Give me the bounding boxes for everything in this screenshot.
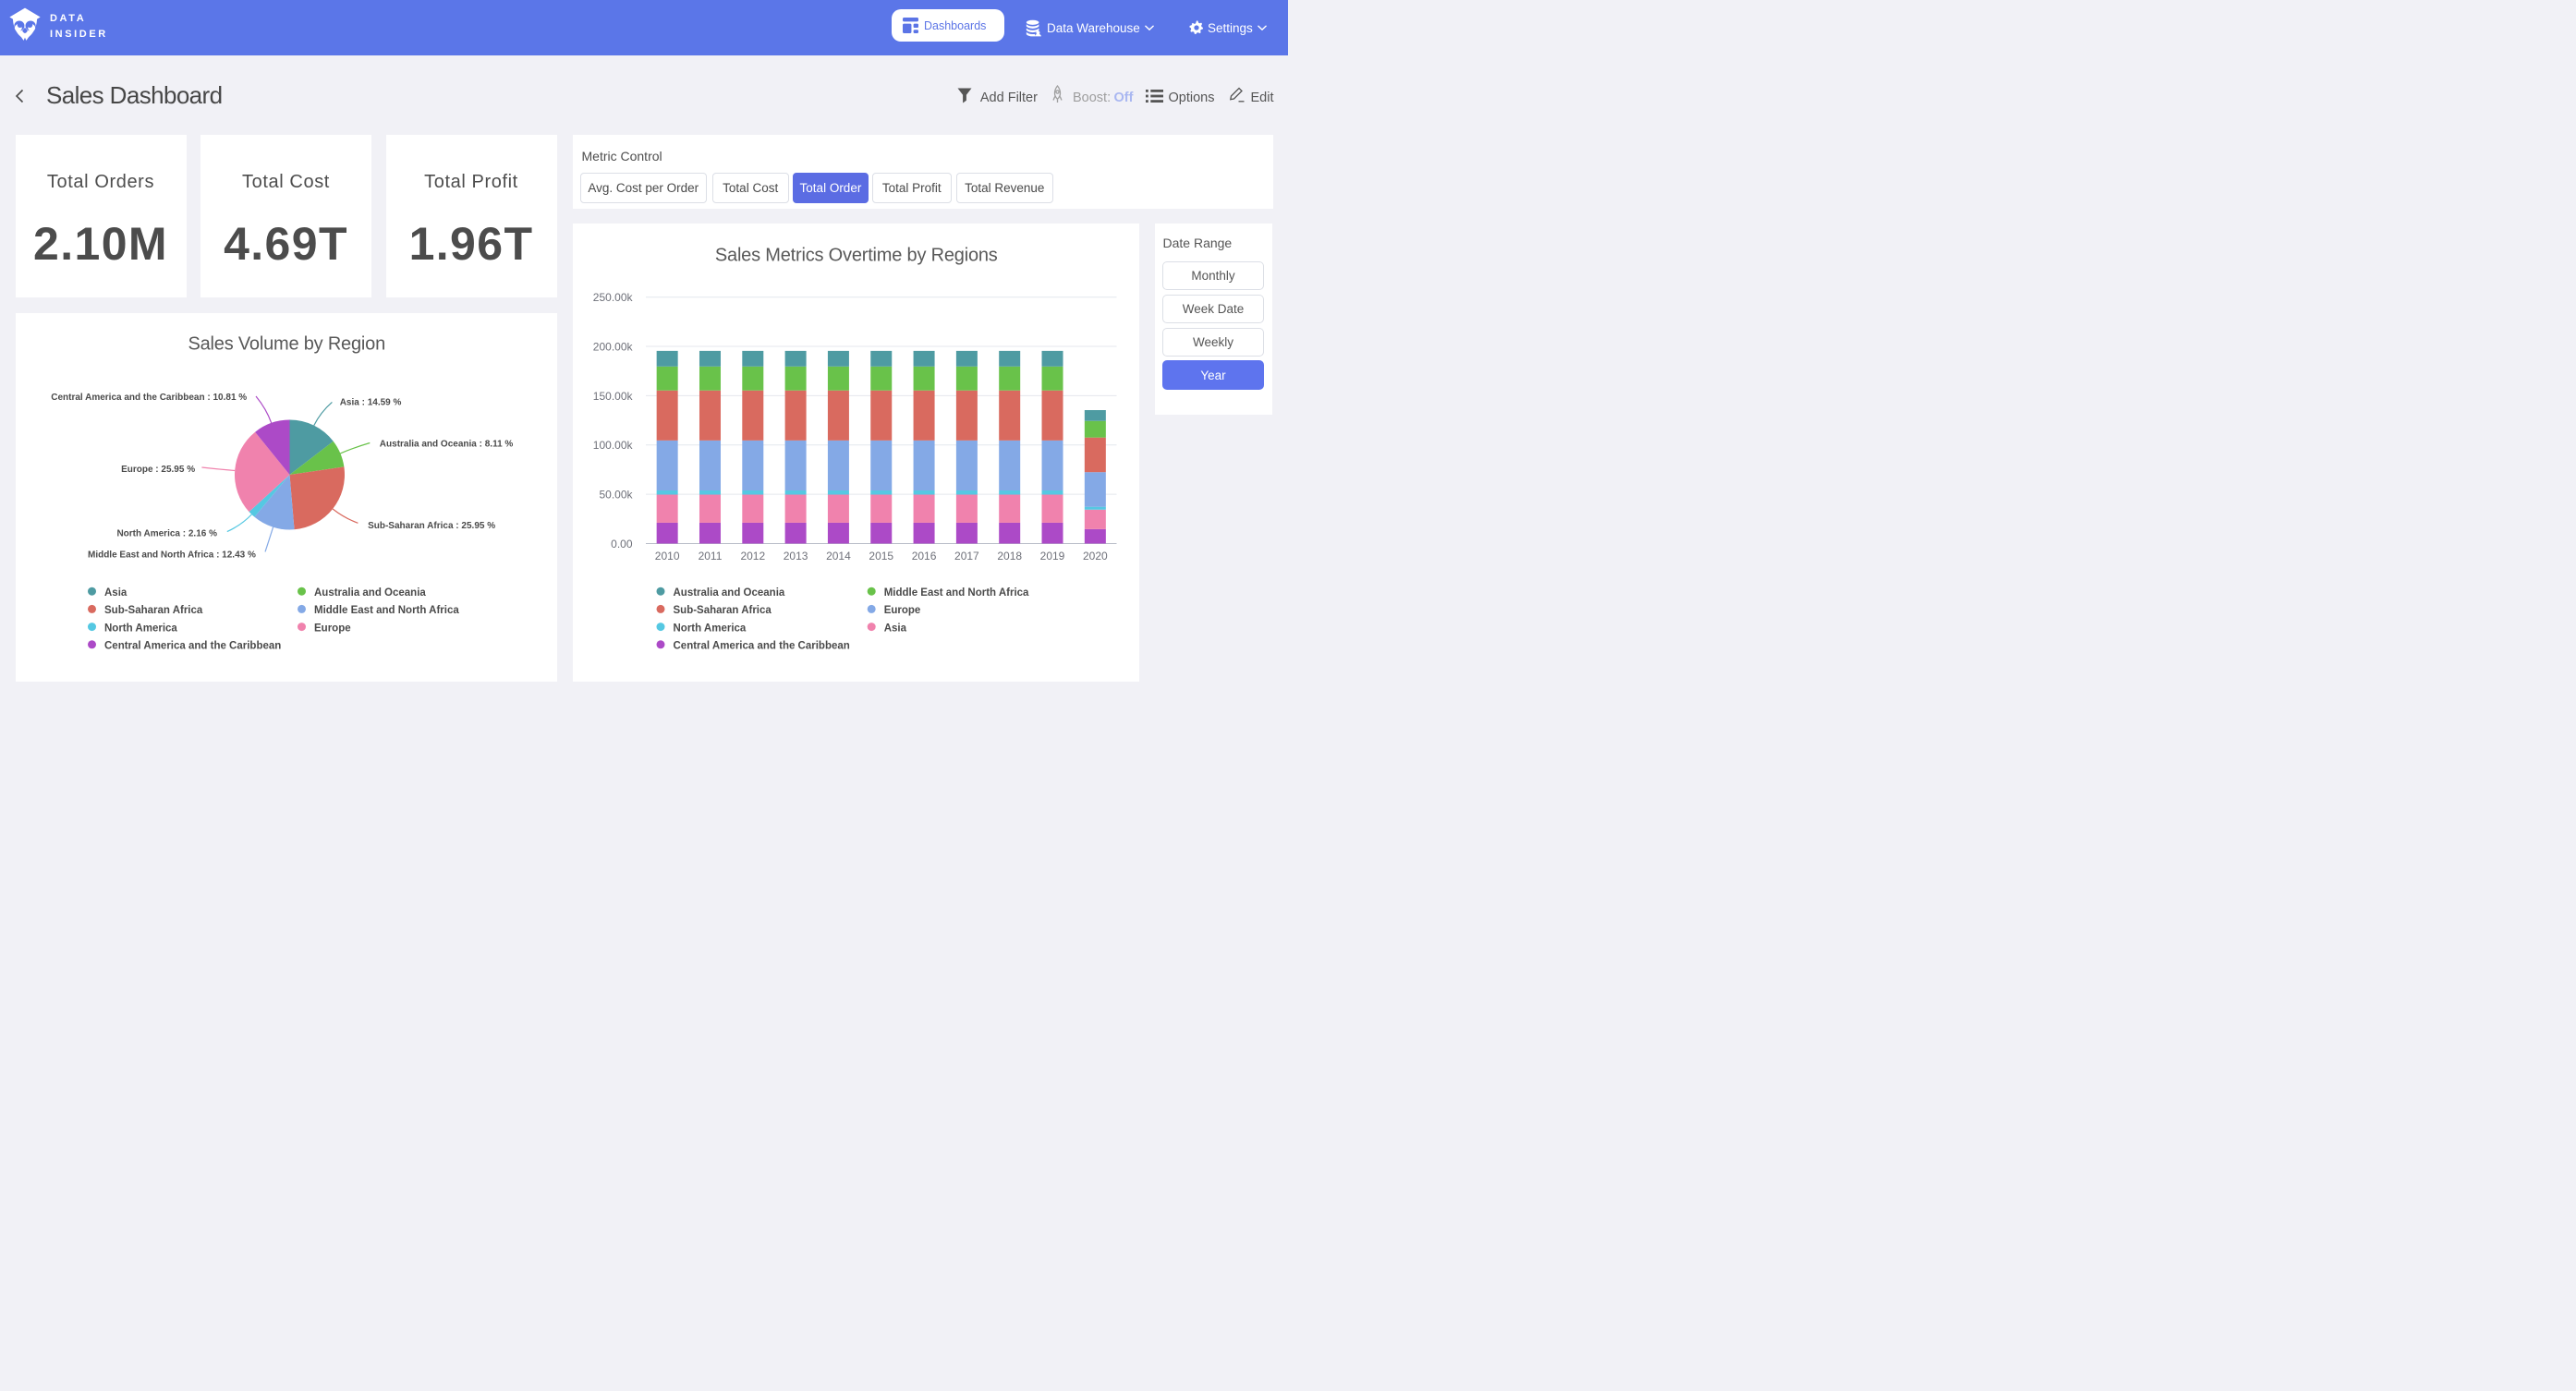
svg-text:2012: 2012 — [740, 550, 765, 562]
svg-text:Middle East and North Africa: Middle East and North Africa — [314, 605, 459, 616]
svg-text:2017: 2017 — [954, 550, 979, 562]
svg-text:0.00: 0.00 — [611, 537, 633, 550]
svg-text:100.00k: 100.00k — [592, 439, 633, 452]
svg-text:Central America and the Caribb: Central America and the Caribbean : 10.8… — [51, 393, 247, 403]
svg-text:2011: 2011 — [698, 550, 722, 562]
svg-text:2019: 2019 — [1039, 550, 1064, 562]
svg-text:250.00k: 250.00k — [592, 291, 633, 304]
svg-text:North America: North America — [673, 623, 746, 634]
svg-text:Sales Volume by Region: Sales Volume by Region — [188, 333, 385, 354]
svg-text:150.00k: 150.00k — [592, 389, 633, 402]
svg-text:Australia and Oceania : 8.11 %: Australia and Oceania : 8.11 % — [379, 439, 513, 449]
svg-text:Asia: Asia — [883, 623, 906, 634]
svg-text:Australia and Oceania: Australia and Oceania — [314, 587, 426, 598]
svg-text:2016: 2016 — [911, 550, 936, 562]
svg-text:2020: 2020 — [1082, 550, 1107, 562]
svg-text:Middle East and North Africa :: Middle East and North Africa : 12.43 % — [87, 550, 255, 560]
svg-text:2018: 2018 — [997, 550, 1022, 562]
svg-text:Europe: Europe — [314, 623, 351, 634]
svg-text:Sales Metrics Overtime by Regi: Sales Metrics Overtime by Regions — [714, 245, 997, 265]
svg-text:Asia : 14.59 %: Asia : 14.59 % — [339, 397, 401, 407]
svg-text:2010: 2010 — [654, 550, 679, 562]
svg-text:2013: 2013 — [783, 550, 808, 562]
svg-text:2014: 2014 — [826, 550, 851, 562]
svg-text:North America : 2.16 %: North America : 2.16 % — [116, 528, 217, 538]
svg-text:Sub-Saharan Africa : 25.95 %: Sub-Saharan Africa : 25.95 % — [368, 521, 495, 531]
svg-text:Middle East and North Africa: Middle East and North Africa — [883, 587, 1028, 598]
svg-text:Sub-Saharan Africa: Sub-Saharan Africa — [104, 605, 203, 616]
svg-text:Sub-Saharan Africa: Sub-Saharan Africa — [673, 605, 772, 616]
svg-text:200.00k: 200.00k — [592, 340, 633, 353]
svg-text:50.00k: 50.00k — [599, 488, 633, 501]
svg-text:North America: North America — [104, 623, 177, 634]
svg-text:2015: 2015 — [869, 550, 893, 562]
svg-text:Asia: Asia — [104, 587, 128, 598]
svg-text:Central America and the Caribb: Central America and the Caribbean — [673, 640, 849, 651]
svg-text:Europe : 25.95 %: Europe : 25.95 % — [121, 464, 195, 474]
svg-text:Central America and the Caribb: Central America and the Caribbean — [104, 640, 281, 651]
svg-text:Australia and Oceania: Australia and Oceania — [673, 587, 784, 598]
svg-text:Europe: Europe — [883, 605, 920, 616]
